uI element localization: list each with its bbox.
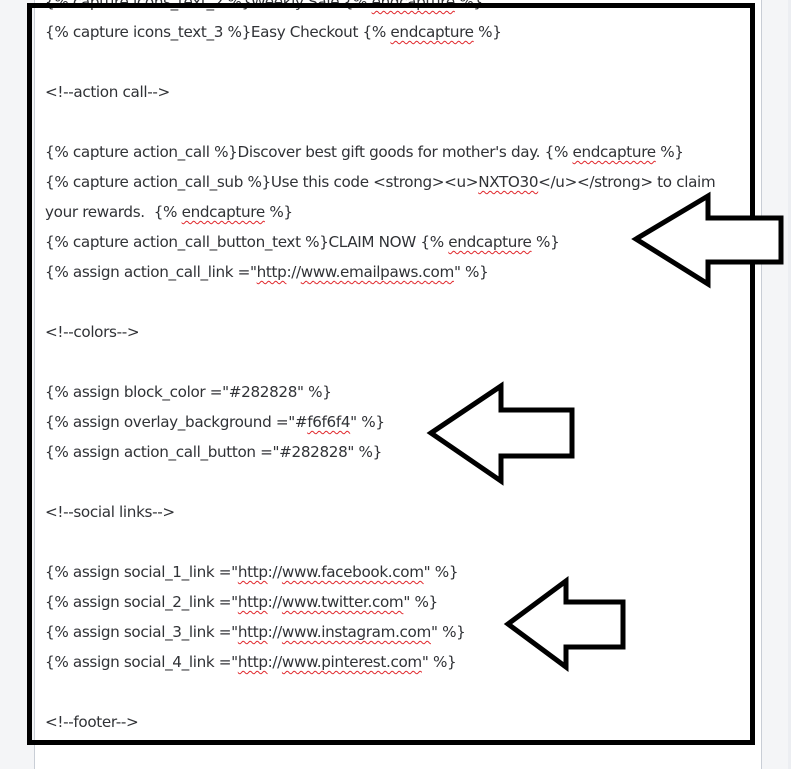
code-line[interactable]: <!--social links--> [45, 497, 750, 527]
misspelled-word: www.instagram.com [281, 623, 431, 641]
code-text: {% assign social_3_link =" [45, 623, 238, 641]
code-text: {% capture action_call_button_text %}CLA… [45, 233, 449, 251]
misspelled-word: www.pinterest.com [281, 653, 422, 671]
code-text: {% assign social_4_link =" [45, 653, 238, 671]
code-text: {% capture action_call_sub %}Use this co… [45, 173, 479, 191]
code-text: {% assign action_call_link =" [45, 263, 257, 281]
code-text: " %} [430, 623, 466, 641]
misspelled-word: www.twitter.com [281, 593, 404, 611]
code-text: %} [531, 233, 560, 251]
misspelled-word: NXTO30 [478, 173, 539, 191]
code-text: %} [655, 143, 684, 161]
code-line[interactable]: <!--colors--> [45, 317, 750, 347]
misspelled-word: endcapture [181, 203, 266, 221]
blank-line[interactable] [45, 677, 750, 707]
code-line[interactable]: {% assign action_call_link ="http://www.… [45, 257, 750, 287]
blank-line[interactable] [45, 347, 750, 377]
misspelled-word: http [237, 563, 268, 581]
code-text: {% assign social_1_link =" [45, 563, 238, 581]
code-text: " %} [453, 263, 489, 281]
code-text: {% capture icons_text_3 %}Easy Checkout … [45, 23, 391, 41]
misspelled-word: http [237, 623, 268, 641]
blank-line[interactable] [45, 287, 750, 317]
code-text: {% assign overlay_background ="# [45, 413, 308, 431]
code-text: " %} [421, 653, 457, 671]
code-line[interactable]: {% assign social_1_link ="http://www.fac… [45, 557, 750, 587]
code-editor-text[interactable]: {% capture icons_text_2 %}Weekly Sale {%… [45, 0, 750, 737]
blank-line[interactable] [45, 527, 750, 557]
blank-line[interactable] [45, 467, 750, 497]
misspelled-word: endcapture [371, 0, 456, 11]
code-text: {% capture action_call %}Discover best g… [45, 143, 573, 161]
code-text: %} [454, 0, 483, 11]
code-text: <!--colors--> [45, 323, 140, 341]
code-text: :// [286, 263, 301, 281]
code-line[interactable]: {% capture icons_text_2 %}Weekly Sale {%… [45, 0, 750, 17]
code-line[interactable]: {% assign block_color ="#282828" %} [45, 377, 750, 407]
code-line[interactable]: {% capture action_call_sub %}Use this co… [45, 167, 750, 227]
code-text: <!--action call--> [45, 83, 170, 101]
misspelled-word: f6f6f4 [307, 413, 351, 431]
misspelled-word: endcapture [448, 233, 532, 251]
misspelled-word: http [237, 593, 268, 611]
code-line[interactable]: {% assign social_3_link ="http://www.ins… [45, 617, 750, 647]
code-text: %} [473, 23, 502, 41]
misspelled-word: endcapture [390, 23, 474, 41]
code-line[interactable]: {% assign action_call_button ="#282828" … [45, 437, 750, 467]
code-text: <!--footer--> [45, 713, 139, 731]
misspelled-word: www.emailpaws.com [300, 263, 455, 281]
code-text: {% assign social_2_link =" [45, 593, 238, 611]
misspelled-word: www.facebook.com [281, 563, 424, 581]
code-text: :// [267, 563, 283, 581]
code-text: %} [264, 203, 293, 221]
code-text: " %} [423, 563, 459, 581]
code-line[interactable]: {% assign social_4_link ="http://www.pin… [45, 647, 750, 677]
code-text: :// [267, 623, 283, 641]
code-line[interactable]: <!--action call--> [45, 77, 750, 107]
code-text: :// [267, 593, 283, 611]
code-line[interactable]: {% assign overlay_background ="#f6f6f4" … [45, 407, 750, 437]
code-line[interactable]: {% assign social_2_link ="http://www.twi… [45, 587, 750, 617]
code-text: {% assign action_call_button ="#282828" … [45, 443, 382, 461]
code-line[interactable]: {% capture icons_text_3 %}Easy Checkout … [45, 17, 750, 47]
misspelled-word: http [256, 263, 287, 281]
misspelled-word: http [237, 653, 268, 671]
misspelled-word: endcapture [572, 143, 657, 161]
blank-line[interactable] [45, 47, 750, 77]
code-line[interactable]: <!--footer--> [45, 707, 750, 737]
code-text: {% assign block_color ="#282828" %} [45, 383, 332, 401]
code-line[interactable]: {% capture action_call %}Discover best g… [45, 137, 750, 167]
code-text: :// [267, 653, 283, 671]
code-text: <!--social links--> [45, 503, 175, 521]
code-text: {% capture icons_text_2 %}Weekly Sale {% [45, 0, 372, 11]
code-text: " %} [403, 593, 438, 611]
code-line[interactable]: {% capture action_call_button_text %}CLA… [45, 227, 750, 257]
blank-line[interactable] [45, 107, 750, 137]
code-text: " %} [350, 413, 385, 431]
